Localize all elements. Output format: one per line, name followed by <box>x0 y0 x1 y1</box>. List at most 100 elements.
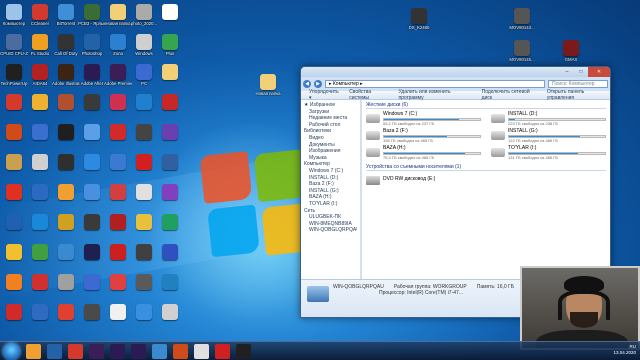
desktop-icon[interactable]: PCB3 - Ярлык <box>78 4 106 26</box>
search-input[interactable]: Поиск: Компьютер <box>548 80 608 88</box>
desktop-icon[interactable] <box>104 274 132 291</box>
desktop-icon[interactable]: Новая папка <box>104 4 132 26</box>
nav-item[interactable]: Изображения <box>304 148 357 155</box>
taskbar-app-button[interactable] <box>47 344 62 359</box>
desktop-icon[interactable] <box>26 94 54 111</box>
taskbar-app-button[interactable] <box>110 344 125 359</box>
desktop-icon[interactable] <box>130 154 158 171</box>
desktop-icon[interactable] <box>78 244 106 261</box>
desktop-icon[interactable] <box>52 124 80 141</box>
desktop-icon[interactable]: Adobe After <box>78 64 106 86</box>
desktop-icon[interactable] <box>78 94 106 111</box>
desktop-icon[interactable] <box>104 244 132 261</box>
desktop-icon[interactable]: DS_K2480 <box>405 8 433 30</box>
nav-item[interactable]: Загрузки <box>304 109 357 116</box>
clock-date[interactable]: 13.04.2020 <box>613 350 636 356</box>
nav-item[interactable]: INSTALL (D:) <box>304 175 357 182</box>
desktop-icon[interactable] <box>130 244 158 261</box>
taskbar-app-button[interactable] <box>215 344 230 359</box>
desktop-icon[interactable] <box>104 124 132 141</box>
desktop-icon[interactable] <box>26 154 54 171</box>
desktop-icon[interactable]: Windows <box>130 34 158 56</box>
desktop-icon[interactable] <box>52 154 80 171</box>
desktop-icon[interactable] <box>78 154 106 171</box>
desktop-icon[interactable] <box>156 184 184 201</box>
dvd-drive[interactable]: DVD RW дисковод (E:) <box>366 174 606 185</box>
nav-item[interactable]: Видео <box>304 135 357 142</box>
desktop-icon[interactable] <box>130 304 158 321</box>
desktop-icon[interactable] <box>78 304 106 321</box>
desktop-icon[interactable] <box>130 94 158 111</box>
desktop-icon[interactable] <box>0 184 28 201</box>
nav-item[interactable]: Windows 7 (C:) <box>304 168 357 175</box>
nav-item[interactable]: WIN-8MEQNB89IA <box>304 221 357 228</box>
desktop-icon[interactable] <box>104 94 132 111</box>
forward-icon[interactable]: ▶ <box>314 80 322 88</box>
nav-item[interactable]: Документы <box>304 142 357 149</box>
drive-item[interactable]: Windows 7 (C:) 53,2 ГБ свободно из 237 ГБ <box>366 112 481 126</box>
desktop-icon[interactable] <box>104 184 132 201</box>
desktop-icon[interactable] <box>78 124 106 141</box>
desktop-icon[interactable] <box>78 184 106 201</box>
back-icon[interactable]: ◀ <box>303 80 311 88</box>
taskbar-app-button[interactable] <box>89 344 104 359</box>
desktop-icon[interactable]: MOV80145... <box>508 40 536 62</box>
desktop-icon[interactable] <box>0 124 28 141</box>
nav-item[interactable]: ULUGBEK-ПК <box>304 214 357 221</box>
drive-item[interactable]: INSTALL (G:) 122 ГБ свободно из 465 ГБ <box>491 129 606 143</box>
nav-item[interactable]: ★ Избранное <box>304 102 357 109</box>
desktop-icon[interactable] <box>52 184 80 201</box>
desktop-icon[interactable]: CCleaner <box>26 4 54 26</box>
nav-item[interactable]: Baza 2 (F:) <box>304 181 357 188</box>
desktop-icon[interactable] <box>0 304 28 321</box>
desktop-icon[interactable] <box>52 304 80 321</box>
taskbar-app-button[interactable] <box>131 344 146 359</box>
taskbar-app-button[interactable] <box>26 344 41 359</box>
taskbar-app-button[interactable] <box>236 344 251 359</box>
desktop-icon[interactable]: Plus <box>156 34 184 56</box>
nav-item[interactable]: Библиотеки <box>304 128 357 135</box>
desktop-icon[interactable]: Компьютер <box>0 4 28 26</box>
desktop-icon[interactable] <box>156 4 184 21</box>
start-button[interactable] <box>3 343 20 360</box>
desktop-icon[interactable] <box>52 214 80 231</box>
desktop-icon[interactable] <box>78 274 106 291</box>
desktop-icon[interactable]: TechPowerUp <box>0 64 28 86</box>
desktop-icon[interactable] <box>130 274 158 291</box>
drive-item[interactable]: Baza 2 (F:) 156 ГБ свободно из 465 ГБ <box>366 129 481 143</box>
desktop-icon[interactable] <box>0 214 28 231</box>
desktop-folder-icon[interactable]: Новая папка <box>254 74 282 96</box>
taskbar-app-button[interactable] <box>173 344 188 359</box>
desktop-icon[interactable] <box>26 244 54 261</box>
nav-item[interactable]: WIN-QOBGLQRPQAU <box>304 227 357 234</box>
desktop-icon[interactable]: FL Studio <box>26 34 54 56</box>
desktop-icon[interactable] <box>156 304 184 321</box>
nav-item[interactable]: Компьютер <box>304 161 357 168</box>
desktop-icon[interactable] <box>26 124 54 141</box>
desktop-icon[interactable] <box>156 154 184 171</box>
desktop-icon[interactable] <box>0 244 28 261</box>
taskbar-app-button[interactable] <box>68 344 83 359</box>
desktop-icon[interactable] <box>0 274 28 291</box>
drive-item[interactable]: BAZA (H:) 75,3 ГБ свободно из 465 ГБ <box>366 146 481 160</box>
nav-item[interactable]: Сеть <box>304 208 357 215</box>
desktop-icon[interactable]: Call Of Duty <box>52 34 80 56</box>
desktop-icon[interactable]: BitTorrent <box>52 4 80 26</box>
desktop-icon[interactable]: Photoshop <box>78 34 106 56</box>
desktop-icon[interactable] <box>104 304 132 321</box>
desktop-icon[interactable]: MOV80143... <box>508 8 536 30</box>
desktop-icon[interactable]: Zona <box>104 34 132 56</box>
desktop-icon[interactable] <box>26 304 54 321</box>
desktop-icon[interactable] <box>156 214 184 231</box>
desktop-icon[interactable] <box>130 124 158 141</box>
desktop-icon[interactable]: photo_2020... <box>130 4 158 26</box>
desktop-icon[interactable] <box>156 64 184 81</box>
desktop-icon[interactable] <box>52 244 80 261</box>
nav-item[interactable]: Музыка <box>304 155 357 162</box>
desktop-icon[interactable] <box>156 274 184 291</box>
desktop-icon[interactable] <box>156 244 184 261</box>
taskbar-app-button[interactable] <box>152 344 167 359</box>
drive-item[interactable]: TO'YLAR (I:) 131 ГБ свободно из 465 ГБ <box>491 146 606 160</box>
nav-item[interactable]: TO'YLAR (I:) <box>304 201 357 208</box>
desktop-icon[interactable] <box>26 274 54 291</box>
